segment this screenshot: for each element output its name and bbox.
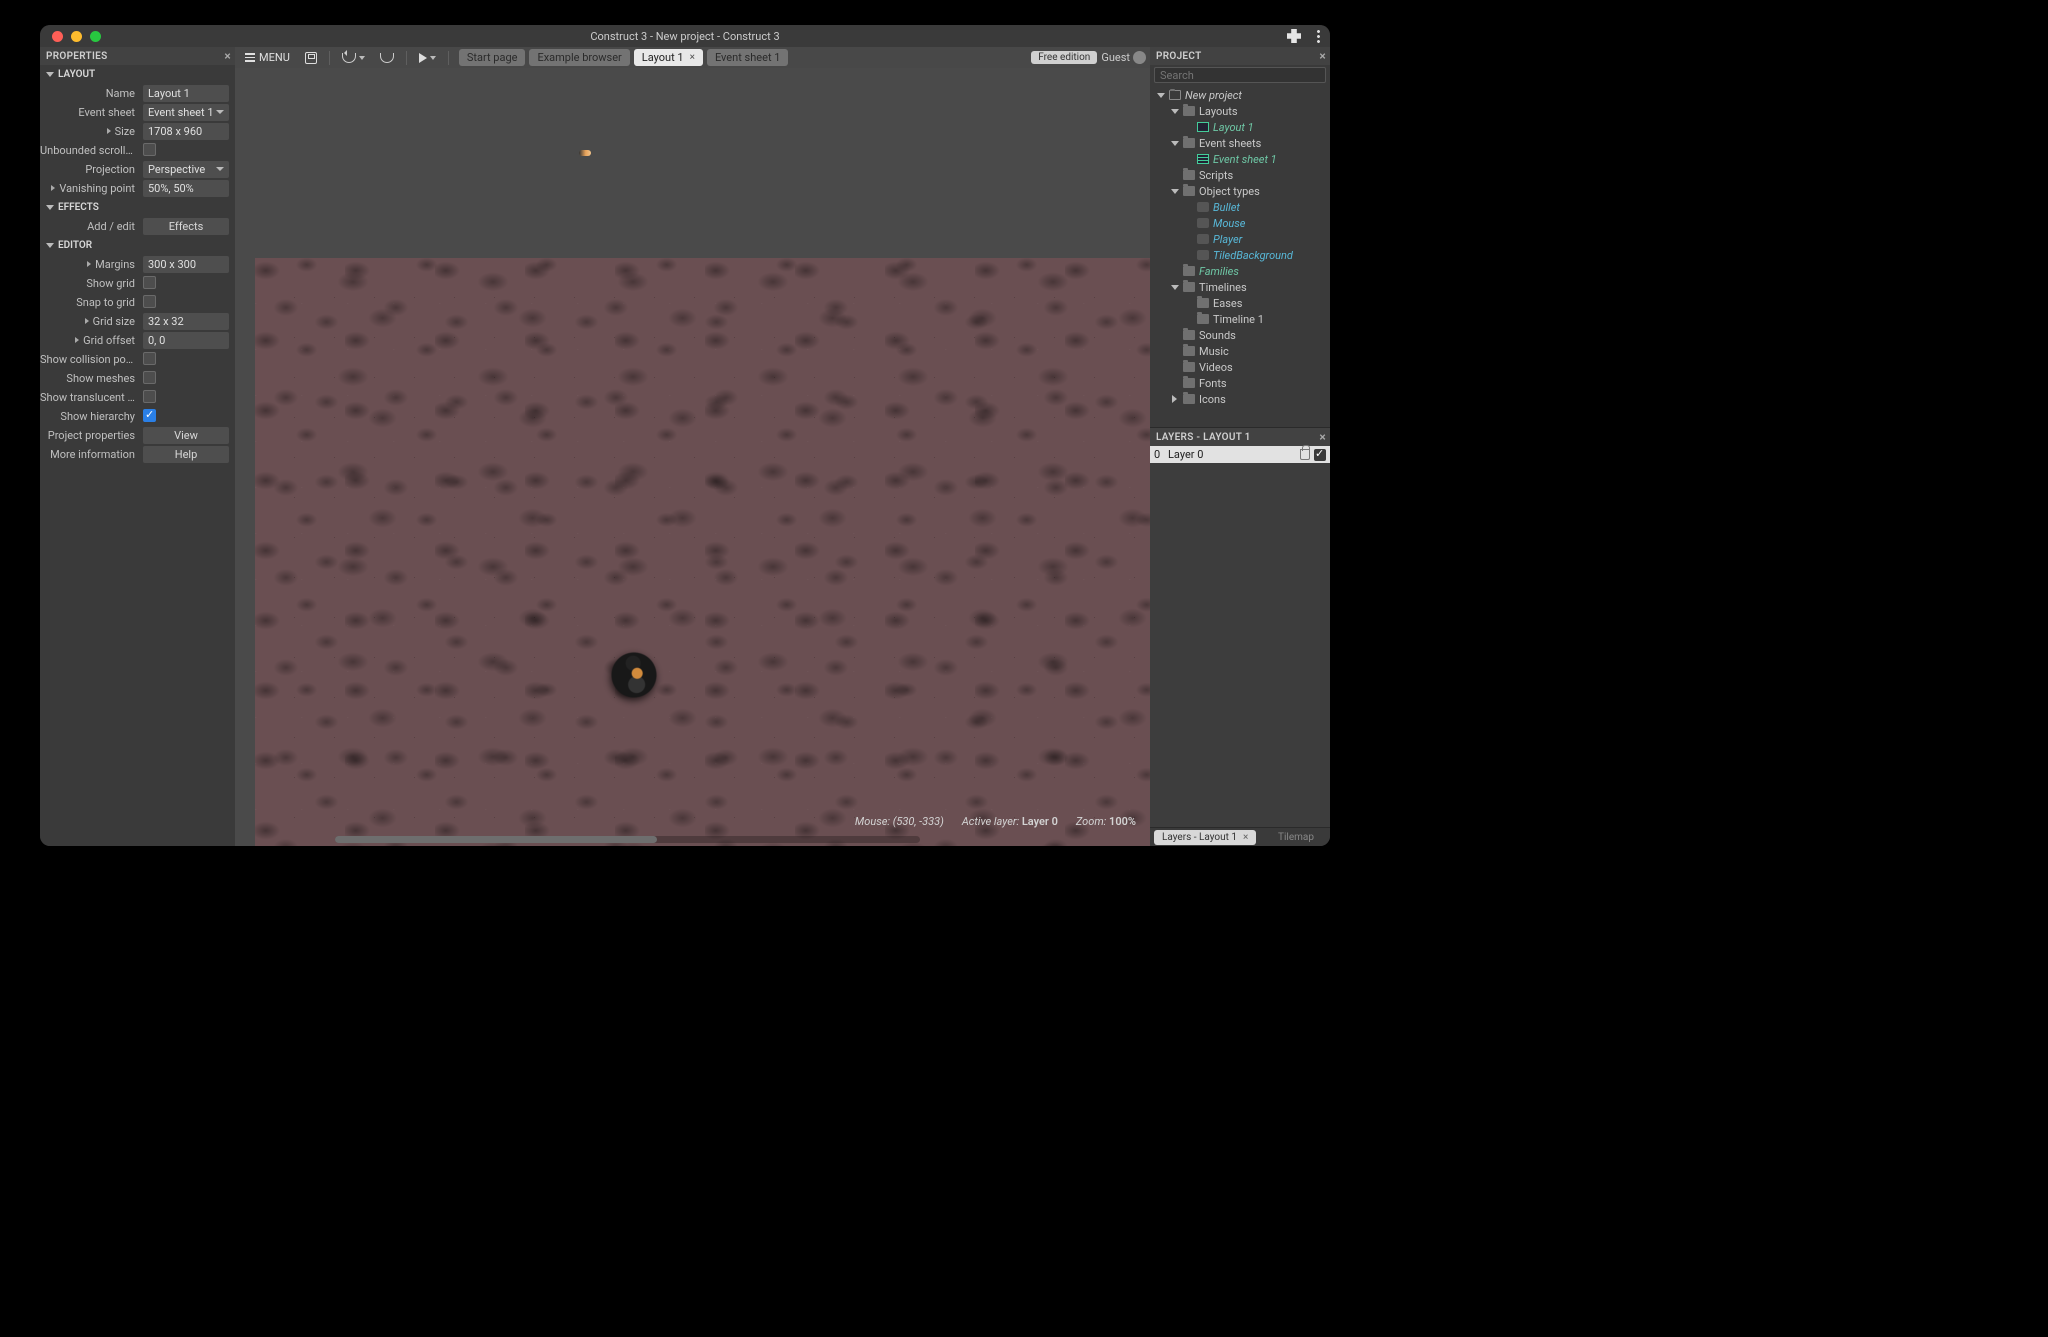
redo-button[interactable] [374,49,400,66]
tree-icons[interactable]: Icons [1150,391,1326,407]
tree-root[interactable]: New project [1150,87,1326,103]
right-bottom-tabs: Layers - Layout 1× Tilemap [1150,827,1330,846]
layers-close-icon[interactable]: × [1319,430,1326,444]
extensions-icon[interactable] [1287,29,1301,43]
tree-obj-mouse[interactable]: Mouse [1150,215,1326,231]
tab-layers[interactable]: Layers - Layout 1× [1154,830,1256,845]
prop-vanishing-input[interactable] [143,180,229,197]
prop-projection-select[interactable]: Perspective [143,161,229,178]
maximize-window-icon[interactable] [90,31,101,42]
undo-button[interactable] [336,49,371,66]
tree-obj-tiledbg[interactable]: TiledBackground [1150,247,1326,263]
play-button[interactable] [413,49,442,66]
prop-margins-input[interactable] [143,256,229,273]
layer-visible-icon[interactable] [1314,449,1326,461]
layer-row-0[interactable]: 0 Layer 0 [1150,446,1330,463]
tree-event-sheets[interactable]: Event sheets [1150,135,1326,151]
tree-eases[interactable]: Eases [1150,295,1326,311]
project-tree: New project Layouts Layout 1 Event sheet… [1150,85,1326,427]
tab-tilemap[interactable]: Tilemap [1270,830,1322,845]
tab-layout-1[interactable]: Layout 1× [634,49,703,66]
status-bar: Mouse: (530, -333) Active layer: Layer 0… [855,815,1136,828]
prop-collision-checkbox[interactable] [143,352,156,365]
redo-icon [380,53,394,63]
free-edition-badge[interactable]: Free edition [1031,51,1097,64]
project-search-input[interactable] [1154,67,1326,83]
more-menu-icon[interactable] [1317,29,1320,43]
editor-center: MENU Start page Example browser Layout 1… [235,47,1150,846]
tab-event-sheet-1[interactable]: Event sheet 1 [707,49,789,66]
layout-tiled-background[interactable] [255,258,1150,846]
help-button[interactable]: Help [143,446,229,463]
section-effects[interactable]: EFFECTS [40,198,235,217]
prop-eventsheet-select[interactable]: Event sheet 1 [143,104,229,121]
tree-object-types[interactable]: Object types [1150,183,1326,199]
prop-unbounded-checkbox[interactable] [143,143,156,156]
tree-music[interactable]: Music [1150,343,1326,359]
tree-timeline-1[interactable]: Timeline 1 [1150,311,1326,327]
close-icon[interactable]: × [1243,832,1248,843]
tree-families[interactable]: Families [1150,263,1326,279]
layout-canvas[interactable]: Mouse: (530, -333) Active layer: Layer 0… [235,68,1150,846]
object-bullet[interactable] [579,150,591,156]
project-panel: PROJECT × New project Layouts Layout 1 E… [1150,47,1330,427]
close-window-icon[interactable] [52,31,63,42]
horizontal-scrollbar[interactable] [335,836,920,843]
prop-meshes-checkbox[interactable] [143,371,156,384]
layer-lock-icon[interactable] [1300,449,1310,460]
project-properties-button[interactable]: View [143,427,229,444]
properties-panel: PROPERTIES × LAYOUT Name Event sheetEven… [40,47,235,846]
prop-snapgrid-checkbox[interactable] [143,295,156,308]
account-button[interactable]: Guest [1101,51,1146,64]
prop-translucent-checkbox[interactable] [143,390,156,403]
prop-gridoffset-input[interactable] [143,332,229,349]
save-button[interactable] [299,49,323,66]
tree-obj-bullet[interactable]: Bullet [1150,199,1326,215]
layers-panel: LAYERS - LAYOUT 1 × 0 Layer 0 Layers - L… [1150,427,1330,846]
minimize-window-icon[interactable] [71,31,82,42]
tab-start-page[interactable]: Start page [459,49,526,66]
project-close-icon[interactable]: × [1319,49,1326,63]
titlebar: Construct 3 - New project - Construct 3 [40,25,1330,47]
project-panel-title: PROJECT × [1150,47,1330,65]
avatar-icon [1133,51,1146,64]
tree-scripts[interactable]: Scripts [1150,167,1326,183]
section-layout[interactable]: LAYOUT [40,65,235,84]
save-icon [305,52,317,64]
effects-button[interactable]: Effects [143,218,229,235]
layers-panel-title: LAYERS - LAYOUT 1 × [1150,428,1330,446]
section-editor[interactable]: EDITOR [40,236,235,255]
prop-hierarchy-checkbox[interactable] [143,409,156,422]
tree-timelines[interactable]: Timelines [1150,279,1326,295]
tree-layout-1[interactable]: Layout 1 [1150,119,1326,135]
menu-button[interactable]: MENU [239,49,296,66]
window-controls [40,31,101,42]
properties-close-icon[interactable]: × [224,49,231,63]
window-title: Construct 3 - New project - Construct 3 [590,30,779,43]
play-icon [419,53,427,63]
tree-fonts[interactable]: Fonts [1150,375,1326,391]
tree-layouts[interactable]: Layouts [1150,103,1326,119]
editor-tabs: Start page Example browser Layout 1× Eve… [459,49,789,66]
object-player[interactable] [602,641,666,708]
tab-close-icon[interactable]: × [690,52,695,63]
tree-videos[interactable]: Videos [1150,359,1326,375]
main-toolbar: MENU Start page Example browser Layout 1… [235,47,1150,68]
tree-event-sheet-1[interactable]: Event sheet 1 [1150,151,1326,167]
prop-name-input[interactable] [143,85,229,102]
undo-icon [342,53,356,63]
prop-size-input[interactable] [143,123,229,140]
properties-panel-title: PROPERTIES × [40,47,235,65]
tree-obj-player[interactable]: Player [1150,231,1326,247]
tree-sounds[interactable]: Sounds [1150,327,1326,343]
prop-showgrid-checkbox[interactable] [143,276,156,289]
tab-example-browser[interactable]: Example browser [529,49,629,66]
prop-gridsize-input[interactable] [143,313,229,330]
